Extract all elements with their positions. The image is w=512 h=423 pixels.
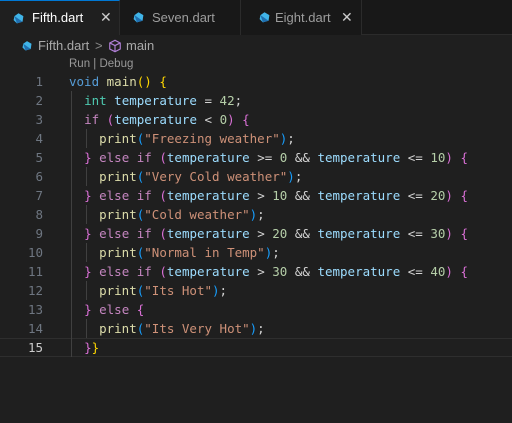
code-text: if (temperature < 0) { (84, 112, 250, 127)
code-text: } else if (temperature > 10 && temperatu… (84, 188, 468, 203)
code-line[interactable]: 10 print("Normal in Temp"); (0, 243, 512, 262)
code-text: } else if (temperature > 20 && temperatu… (84, 226, 468, 241)
line-number: 1 (35, 74, 43, 89)
dart-icon (13, 13, 24, 24)
code-line[interactable]: 11 } else if (temperature > 30 && temper… (0, 262, 512, 281)
code-text: } else if (temperature >= 0 && temperatu… (84, 150, 468, 165)
code-line[interactable]: 14 print("Its Very Hot"); (0, 319, 512, 338)
indent-guide (86, 129, 87, 148)
line-number: 8 (35, 207, 43, 222)
line-number: 7 (35, 188, 43, 203)
breadcrumb-separator: > (95, 38, 103, 53)
indent-guide (86, 205, 87, 224)
line-number: 12 (27, 283, 43, 298)
code-text: print("Cold weather"); (99, 207, 265, 222)
cube-method-icon (109, 39, 121, 53)
code-line[interactable]: 7 } else if (temperature > 10 && tempera… (0, 186, 512, 205)
line-number: 13 (27, 302, 43, 317)
line-number: 5 (35, 150, 43, 165)
code-line[interactable]: 2 int temperature = 42; (0, 91, 512, 110)
tab-label: Fifth.dart (32, 10, 84, 25)
code-text: print("Its Very Hot"); (99, 321, 265, 336)
indent-guide (86, 281, 87, 300)
code-text: print("Freezing weather"); (99, 131, 295, 146)
indent-guide (86, 243, 87, 262)
tab-bar: Fifth.dart ✕ Seven.dart Eight.dart ✕ (0, 0, 512, 35)
code-line[interactable]: 5 } else if (temperature >= 0 && tempera… (0, 148, 512, 167)
tab-fifth-dart[interactable]: Fifth.dart ✕ (0, 0, 120, 35)
line-number: 4 (35, 131, 43, 146)
code-line[interactable]: 6 print("Very Cold weather"); (0, 167, 512, 186)
breadcrumb: Fifth.dart > main (0, 35, 512, 57)
indent-guide (86, 167, 87, 186)
line-number: 2 (35, 93, 43, 108)
dart-icon (22, 41, 32, 51)
line-number: 15 (27, 340, 43, 355)
code-text: print("Very Cold weather"); (99, 169, 303, 184)
code-line[interactable]: 15 }} (0, 338, 512, 357)
line-number: 14 (27, 321, 43, 336)
code-text: print("Normal in Temp"); (99, 245, 280, 260)
tab-eight-dart[interactable]: Eight.dart ✕ (241, 0, 362, 35)
code-line[interactable]: 9 } else if (temperature > 20 && tempera… (0, 224, 512, 243)
codelens-run-debug[interactable]: Run | Debug (69, 57, 133, 71)
line-number: 10 (27, 245, 43, 260)
code-line[interactable]: 1 void main() { (0, 72, 512, 91)
breadcrumb-symbol[interactable]: main (126, 35, 154, 57)
breadcrumb-file[interactable]: Fifth.dart (38, 35, 89, 57)
line-number: 11 (27, 264, 43, 279)
code-text: void main() { (69, 74, 167, 89)
tab-seven-dart[interactable]: Seven.dart (120, 0, 241, 35)
code-text: int temperature = 42; (84, 93, 243, 108)
tab-label: Eight.dart (275, 10, 331, 25)
indent-guide (71, 91, 72, 357)
line-number: 9 (35, 226, 43, 241)
code-editor[interactable]: Run | Debug 1 void main() { 2 int temperat… (0, 57, 512, 423)
indent-guide (86, 319, 87, 338)
dart-icon (259, 12, 270, 23)
close-icon[interactable]: ✕ (100, 1, 112, 34)
close-icon[interactable]: ✕ (341, 0, 353, 35)
tab-label: Seven.dart (152, 10, 215, 25)
code-text: print("Its Hot"); (99, 283, 228, 298)
dart-icon (133, 12, 144, 23)
code-text: }} (84, 340, 100, 355)
line-number: 3 (35, 112, 43, 127)
code-line[interactable]: 3 if (temperature < 0) { (0, 110, 512, 129)
code-line[interactable]: 12 print("Its Hot"); (0, 281, 512, 300)
code-line[interactable]: 4 print("Freezing weather"); (0, 129, 512, 148)
code-line[interactable]: 8 print("Cold weather"); (0, 205, 512, 224)
code-text: } else { (84, 302, 145, 317)
code-text: } else if (temperature > 30 && temperatu… (84, 264, 468, 279)
line-number: 6 (35, 169, 43, 184)
code-line[interactable]: 13 } else { (0, 300, 512, 319)
